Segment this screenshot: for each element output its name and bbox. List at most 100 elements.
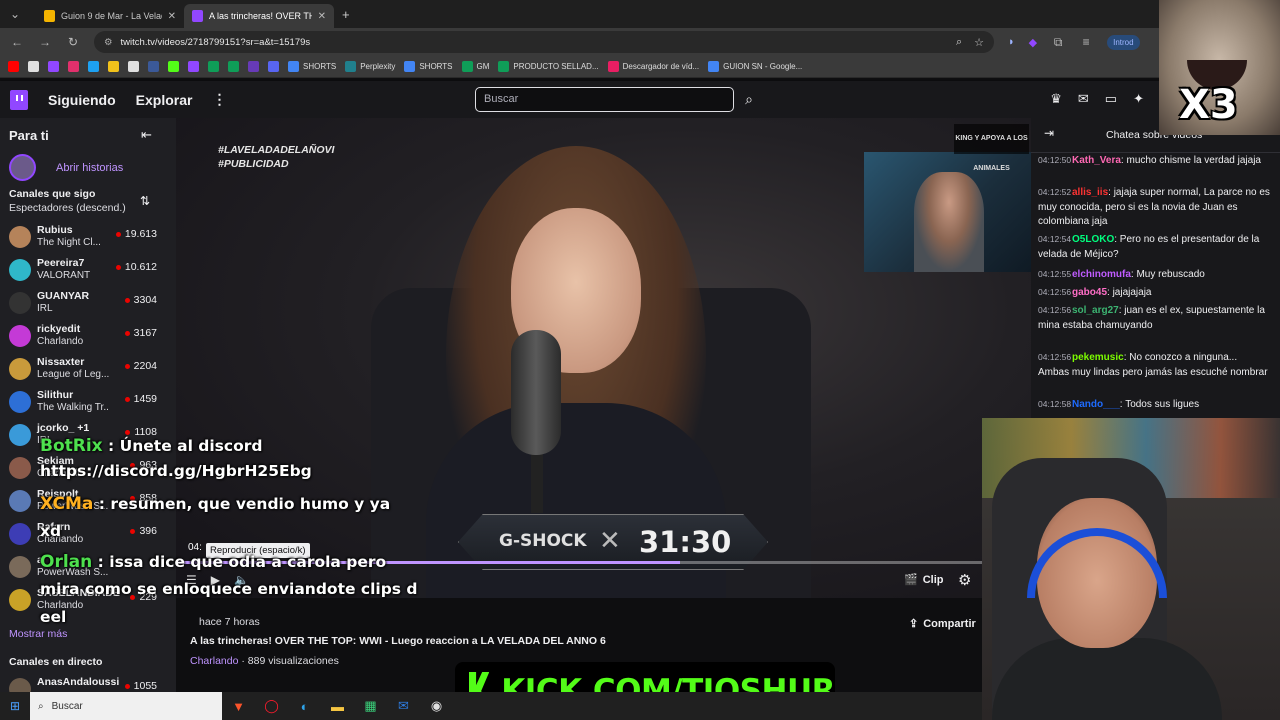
reload-icon[interactable]: ↻ [66,35,80,49]
sidebar-item-channel[interactable]: Silithur The Walking Tr... 1459 [9,389,159,419]
brave-browser-icon[interactable]: ▼ [222,699,255,714]
chat-username[interactable]: sol_arg27 [1072,305,1119,316]
chat-username[interactable]: allis_iis [1072,187,1108,198]
bookmark-item[interactable] [268,61,279,72]
bookmark-favicon-icon [607,61,619,72]
extensions-puzzle-icon[interactable]: ⧉ [1051,35,1065,50]
extension-icon[interactable]: ◆ [1029,36,1037,49]
chat-timestamp: 04:12:52 [1038,187,1072,197]
overlay-chat-user: XCMa [40,494,94,514]
sidebar-item-channel[interactable]: GUANYAR IRL 3304 [9,290,159,320]
avatar [9,226,31,248]
browser-tab-twitch[interactable]: A las trincheras! OVER THE TOP ✕ [184,4,334,28]
bookmark-item[interactable] [128,61,139,72]
close-tab-icon[interactable]: ✕ [318,11,326,22]
sidebar-item-channel[interactable]: Peereira7 VALORANT 10.612 [9,257,159,287]
opera-browser-icon[interactable]: ◯ [255,698,288,714]
zoom-icon[interactable]: ⌕ [956,36,962,49]
bookmark-favicon-icon [88,61,99,72]
bookmark-item[interactable]: SHORTS [288,61,336,72]
channel-category: The Walking Tr... [37,402,109,413]
settings-gear-icon[interactable]: ⚙ [958,571,971,589]
sidebar-item-channel[interactable]: rickyedit Charlando 3167 [9,323,159,353]
collapse-sidebar-icon[interactable]: ⇤ [141,127,152,143]
nav-following-link[interactable]: Siguiendo [48,92,116,108]
site-info-icon[interactable]: ⚙ [104,37,113,48]
chat-timestamp: 04:12:58 [1038,399,1072,409]
bookmark-item[interactable] [88,61,99,72]
bookmark-item[interactable] [8,61,19,72]
viewer-count-value: 19.613 [124,228,157,240]
chat-username[interactable]: Kath_Vera [1072,155,1121,166]
store-icon[interactable]: ▦ [354,698,387,714]
twitch-logo-icon[interactable] [10,89,28,110]
edge-browser-icon[interactable]: ◐ [288,699,321,714]
stories-button[interactable]: Abrir historias [9,154,123,181]
extension-icon[interactable]: ◗ [1008,36,1015,48]
search-input[interactable]: Buscar [475,87,734,112]
sidebar-item-channel[interactable]: Nissaxter League of Leg... 2204 [9,356,159,386]
bookmark-item[interactable]: PRODUCTO SELLAD... [498,61,599,72]
bookmark-item[interactable] [248,61,259,72]
show-more-link[interactable]: Mostrar más [9,628,67,640]
crown-icon[interactable]: ♛ [1050,91,1062,107]
collapse-chat-icon[interactable]: ⇥ [1044,126,1054,140]
chat-username[interactable]: pekemusic [1072,352,1124,363]
bookmark-item[interactable] [48,61,59,72]
nav-more-menu[interactable]: ⋮ [212,91,226,108]
channel-category: League of Leg... [37,369,109,380]
drops-icon[interactable]: ✦ [1133,91,1144,107]
inbox-icon[interactable]: ✉ [1078,91,1089,107]
nav-browse-link[interactable]: Explorar [136,92,193,108]
search-icon[interactable]: ⌕ [737,87,761,112]
taskbar-search-input[interactable]: ⌕ Buscar [30,692,222,720]
video-player[interactable]: #LAVELADADELAÑOVI #PUBLICIDAD KING Y APO… [176,118,1031,598]
bookmark-item[interactable] [148,61,159,72]
bookmark-item[interactable] [168,61,179,72]
forward-arrow-icon[interactable]: → [38,35,52,49]
share-button[interactable]: ⇪ Compartir [909,617,976,631]
sidebar-item-channel[interactable]: Rafarn Charlando 396 [9,521,159,551]
windows-start-icon[interactable]: ⊞ [0,699,30,713]
new-tab-button[interactable]: + [342,7,350,22]
tab-list-chevron-icon[interactable]: ⌄ [8,7,22,21]
sidebar-item-channel[interactable]: Rubius The Night Cl... 19.613 [9,224,159,254]
bookmark-item[interactable] [228,61,239,72]
chat-username[interactable]: O5LOKO [1072,234,1114,245]
bookmark-item[interactable]: GM [461,61,489,72]
chat-username[interactable]: gabo45 [1072,287,1107,298]
view-count: · 889 visualizaciones [241,655,339,667]
bookmark-star-icon[interactable]: ☆ [974,36,984,49]
overlay-chat-line: xd [40,522,61,540]
url-field[interactable]: ⚙ twitch.tv/videos/2718799151?sr=a&t=151… [94,31,994,53]
media-control-icon[interactable]: ≡ [1079,35,1093,49]
bookmark-item[interactable] [188,61,199,72]
back-arrow-icon[interactable]: ← [10,35,24,49]
bookmark-favicon-icon [288,61,299,72]
chat-username[interactable]: elchinomufa [1072,269,1131,280]
bookmark-item[interactable] [28,61,39,72]
mail-icon[interactable]: ✉ [387,698,420,714]
bookmark-item[interactable]: GUION SN - Google... [708,61,802,72]
bookmark-item[interactable]: SHORTS [404,61,453,72]
chrome-icon[interactable]: ◉ [420,698,453,714]
channel-category-link[interactable]: Charlando [190,655,238,667]
close-tab-icon[interactable]: ✕ [168,11,176,22]
whispers-icon[interactable]: ▭ [1105,91,1117,107]
clip-button[interactable]: 🎬 Clip [904,573,943,587]
chat-text: Muy rebuscado [1136,269,1205,280]
sort-icon[interactable]: ⇅ [140,194,150,208]
bookmark-favicon-icon [28,61,39,72]
chat-username[interactable]: Nando___ [1072,399,1120,410]
bookmark-item[interactable] [208,61,219,72]
live-dot-icon [124,396,130,402]
bookmark-item[interactable]: Perplexity [345,61,395,72]
profile-button[interactable]: Introd [1107,34,1140,50]
video-hashtag: #LAVELADADELAÑOVI [218,144,335,156]
viewer-count: 2204 [124,360,157,372]
file-explorer-icon[interactable]: ▬ [321,699,354,714]
bookmark-item[interactable] [68,61,79,72]
bookmark-item[interactable]: Descargador de víd... [607,61,699,72]
browser-tab-guion[interactable]: Guion 9 de Mar - La Velada - Pr ✕ [36,4,184,28]
bookmark-item[interactable] [108,61,119,72]
